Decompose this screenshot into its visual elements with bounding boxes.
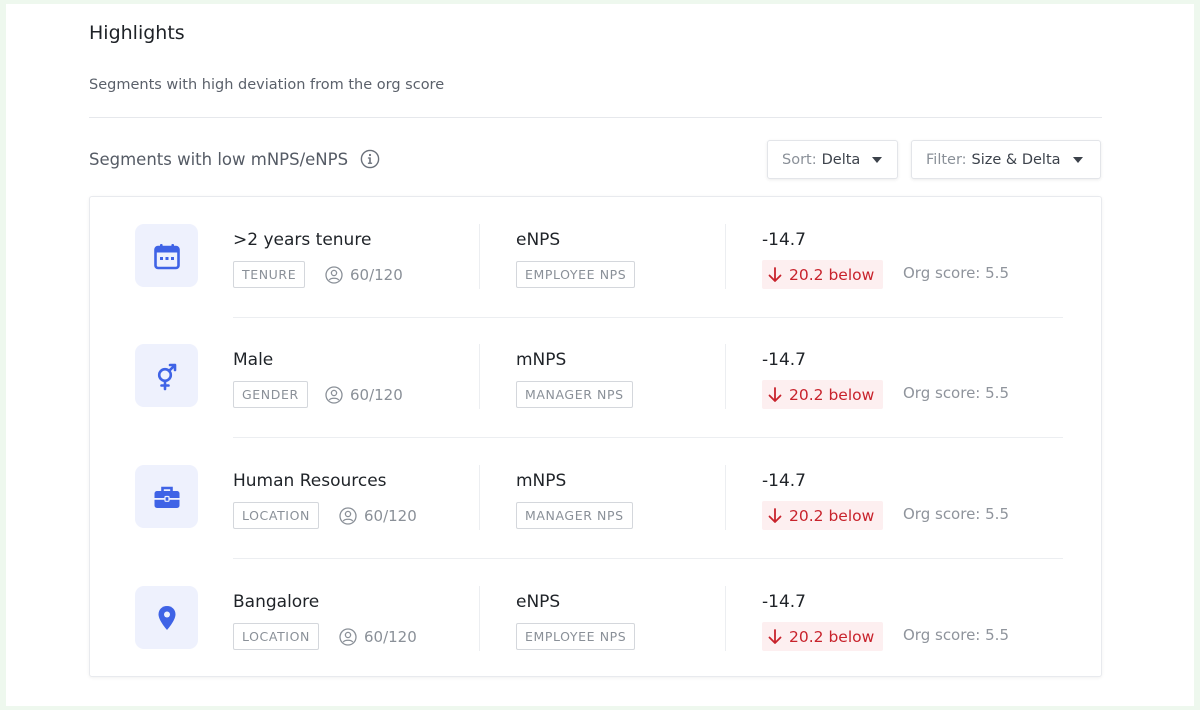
- metric-name: mNPS: [516, 350, 567, 370]
- briefcase-icon: [154, 486, 179, 508]
- respondent-count-value: 60/120: [350, 385, 403, 404]
- segment-row[interactable]: Male GENDER 60/120 mNPS MANAGER NPS -14.…: [90, 317, 1101, 437]
- segment-icon-tile: [135, 465, 198, 528]
- delta-value: 20.2 below: [789, 265, 875, 284]
- segment-category-tag: TENURE: [233, 261, 306, 288]
- metric-tag: MANAGER NPS: [516, 502, 633, 529]
- user-icon: [325, 385, 343, 404]
- segment-row[interactable]: Human Resources LOCATION 60/120 mNPS MAN…: [90, 438, 1101, 558]
- column-divider: [725, 586, 726, 651]
- delta-value: 20.2 below: [789, 506, 875, 525]
- column-divider: [479, 344, 480, 409]
- chevron-down-icon: [872, 156, 883, 163]
- delta-badge: 20.2 below: [762, 380, 884, 409]
- delta-badge: 20.2 below: [762, 501, 884, 530]
- sort-label: Sort:: [782, 151, 817, 168]
- segment-category-tag: LOCATION: [233, 502, 319, 529]
- segments-card: >2 years tenure TENURE 60/120 eNPS EMPLO…: [89, 196, 1102, 677]
- section-title-label: Segments with low mNPS/eNPS: [89, 149, 349, 169]
- segment-score: -14.7: [762, 592, 806, 612]
- filter-dropdown[interactable]: Filter: Size & Delta: [911, 140, 1101, 179]
- segment-score: -14.7: [762, 471, 806, 491]
- delta-badge: 20.2 below: [762, 622, 884, 651]
- metric-tag: MANAGER NPS: [516, 381, 633, 408]
- column-divider: [479, 586, 480, 651]
- section-title: Segments with low mNPS/eNPS: [89, 149, 380, 169]
- sort-dropdown[interactable]: Sort: Delta: [767, 140, 898, 179]
- filter-value: Size & Delta: [971, 151, 1061, 168]
- segment-icon-tile: [135, 224, 198, 287]
- delta-value: 20.2 below: [789, 385, 875, 404]
- segment-row[interactable]: Bangalore LOCATION 60/120 eNPS EMPLOYEE …: [90, 559, 1101, 679]
- filter-label: Filter:: [926, 151, 967, 168]
- segment-score: -14.7: [762, 350, 806, 370]
- segment-icon-tile: [135, 586, 198, 649]
- delta-value: 20.2 below: [789, 627, 875, 646]
- location-pin-icon: [158, 605, 175, 630]
- sort-value: Delta: [821, 151, 861, 168]
- org-score: Org score: 5.5: [903, 505, 1009, 523]
- respondent-count: 60/120: [325, 381, 403, 408]
- segment-icon-tile: [135, 344, 198, 407]
- arrow-down-icon: [768, 628, 782, 644]
- metric-name: eNPS: [516, 230, 561, 250]
- metric-tag: EMPLOYEE NPS: [516, 623, 636, 650]
- segment-name: Bangalore: [233, 592, 320, 612]
- respondent-count: 60/120: [339, 623, 417, 650]
- segment-score: -14.7: [762, 230, 806, 250]
- arrow-down-icon: [768, 386, 782, 402]
- user-icon: [325, 265, 343, 284]
- org-score: Org score: 5.5: [903, 626, 1009, 644]
- segment-name: >2 years tenure: [233, 230, 372, 250]
- segment-name: Human Resources: [233, 471, 387, 491]
- column-divider: [725, 344, 726, 409]
- metric-name: eNPS: [516, 592, 561, 612]
- calendar-icon: [153, 243, 180, 269]
- chevron-down-icon: [1072, 156, 1083, 163]
- metric-name: mNPS: [516, 471, 567, 491]
- org-score: Org score: 5.5: [903, 264, 1009, 282]
- gender-icon: [157, 363, 176, 390]
- metric-tag: EMPLOYEE NPS: [516, 261, 636, 288]
- page-title: Highlights: [89, 22, 185, 44]
- divider: [89, 117, 1102, 118]
- page-subtitle: Segments with high deviation from the or…: [89, 77, 445, 93]
- segment-category-tag: LOCATION: [233, 623, 319, 650]
- column-divider: [479, 465, 480, 530]
- org-score: Org score: 5.5: [903, 384, 1009, 402]
- segment-name: Male: [233, 350, 274, 370]
- segment-row[interactable]: >2 years tenure TENURE 60/120 eNPS EMPLO…: [90, 197, 1101, 317]
- column-divider: [725, 224, 726, 289]
- arrow-down-icon: [768, 266, 782, 282]
- info-icon[interactable]: [360, 149, 380, 169]
- respondent-count: 60/120: [339, 502, 417, 529]
- respondent-count-value: 60/120: [364, 627, 417, 646]
- user-icon: [339, 506, 357, 525]
- user-icon: [339, 627, 357, 646]
- respondent-count: 60/120: [325, 261, 403, 288]
- delta-badge: 20.2 below: [762, 260, 884, 289]
- arrow-down-icon: [768, 507, 782, 523]
- segment-category-tag: GENDER: [233, 381, 308, 408]
- column-divider: [479, 224, 480, 289]
- respondent-count-value: 60/120: [350, 265, 403, 284]
- column-divider: [725, 465, 726, 530]
- respondent-count-value: 60/120: [364, 506, 417, 525]
